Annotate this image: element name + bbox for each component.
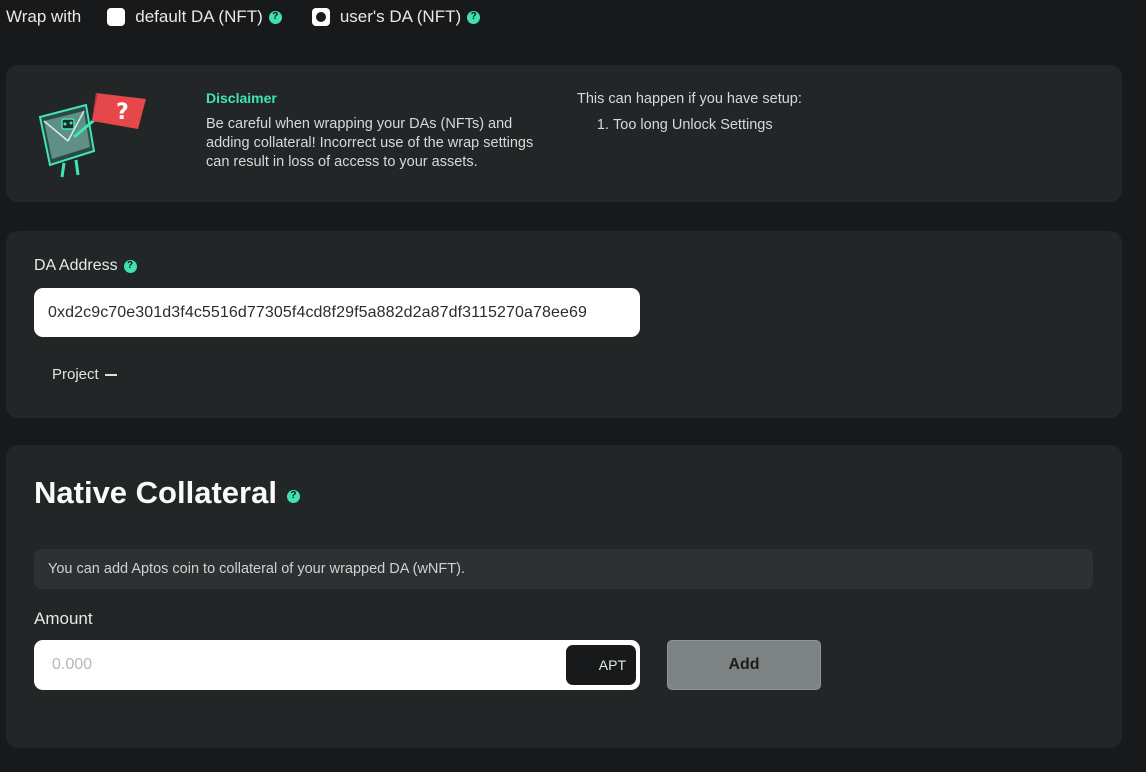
wrap-with-label: Wrap with bbox=[6, 7, 82, 26]
users-da-label: user's DA (NFT) bbox=[339, 7, 462, 26]
currency-selector[interactable]: APT bbox=[566, 645, 636, 685]
users-da-radio[interactable] bbox=[311, 8, 330, 26]
collateral-note: You can add Aptos coin to collateral of … bbox=[34, 549, 1093, 589]
svg-text:?: ? bbox=[116, 100, 129, 125]
amount-placeholder: 0.000 bbox=[52, 656, 93, 673]
question-flag-shape: ? bbox=[92, 93, 146, 129]
robot-question-illustration: ? bbox=[38, 93, 146, 178]
project-row: Project bbox=[52, 366, 117, 383]
disclaimer-causes-intro: This can happen if you have setup: bbox=[577, 91, 802, 107]
help-icon[interactable]: ? bbox=[268, 10, 282, 24]
default-da-label: default DA (NFT) bbox=[135, 7, 263, 26]
project-value-dash bbox=[104, 373, 117, 376]
disclaimer-causes: This can happen if you have setup: Too l… bbox=[577, 90, 802, 135]
da-address-label: DA Address bbox=[34, 257, 118, 274]
list-item: Too long Unlock Settings bbox=[613, 116, 802, 135]
add-button[interactable]: Add bbox=[667, 640, 821, 690]
collateral-heading: Native Collateral ? bbox=[34, 475, 300, 511]
help-icon[interactable]: ? bbox=[123, 259, 137, 273]
collateral-title: Native Collateral bbox=[34, 475, 277, 510]
disclaimer-causes-list: Too long Unlock Settings bbox=[577, 116, 802, 135]
help-icon[interactable]: ? bbox=[286, 489, 300, 503]
project-label: Project bbox=[52, 366, 99, 383]
native-collateral-card: Native Collateral ? You can add Aptos co… bbox=[6, 445, 1122, 748]
disclaimer-title: Disclaimer bbox=[206, 90, 277, 106]
wrap-with-row: Wrap with default DA (NFT) ? user's DA (… bbox=[6, 6, 510, 28]
default-da-checkbox[interactable] bbox=[107, 8, 126, 26]
option-default-da[interactable]: default DA (NFT) ? bbox=[107, 7, 282, 27]
page: Wrap with default DA (NFT) ? user's DA (… bbox=[0, 0, 1146, 772]
help-icon[interactable]: ? bbox=[467, 10, 481, 24]
amount-input[interactable]: 0.000 APT bbox=[34, 640, 640, 690]
disclaimer-card: ? Disclaimer Be careful when wrapping yo… bbox=[6, 65, 1122, 202]
disclaimer-text: Be careful when wrapping your DAs (NFTs)… bbox=[206, 116, 534, 170]
da-address-card: DA Address ? 0xd2c9c70e301d3f4c5516d7730… bbox=[6, 231, 1122, 418]
robot-body-shape bbox=[38, 103, 99, 178]
option-users-da[interactable]: user's DA (NFT) ? bbox=[311, 7, 481, 27]
da-address-input[interactable]: 0xd2c9c70e301d3f4c5516d77305f4cd8f29f5a8… bbox=[34, 288, 640, 337]
amount-label: Amount bbox=[34, 609, 93, 628]
da-address-heading: DA Address ? bbox=[34, 257, 137, 275]
